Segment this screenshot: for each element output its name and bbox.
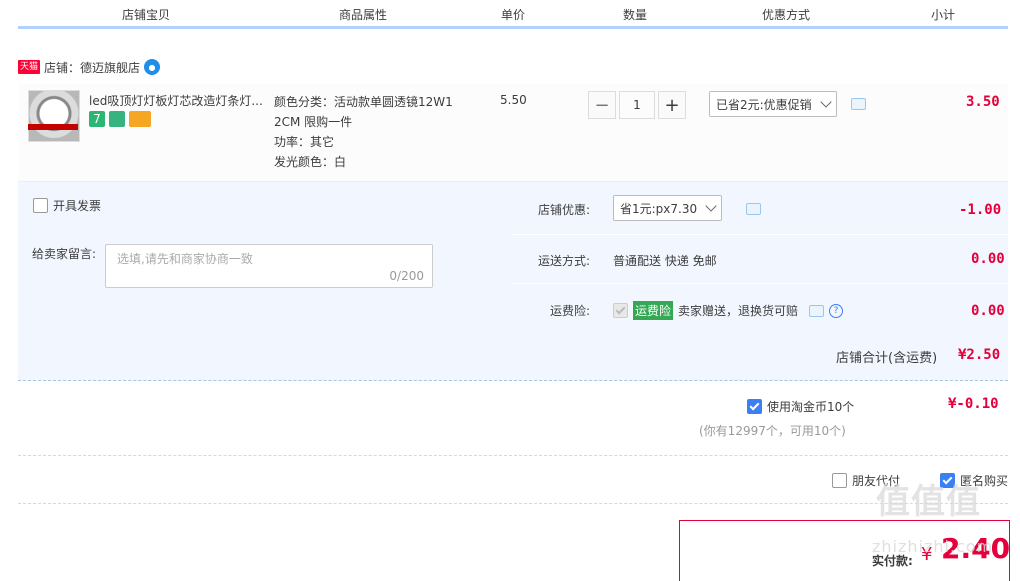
insurance-checkbox — [613, 303, 628, 318]
coins-option[interactable]: 使用淘金币10个 — [747, 398, 854, 415]
divider — [18, 455, 1008, 456]
shop-discount-label: 店铺优惠: — [538, 203, 591, 217]
watermark-logo: 值值值 — [876, 482, 981, 522]
header-col-item: 店铺宝贝 — [121, 8, 170, 22]
insurance-comment-icon[interactable] — [809, 304, 825, 317]
quantity-input[interactable]: 1 — [619, 91, 655, 119]
insurance-option: 运费险 卖家赠送，退换货可赔 ? — [613, 301, 844, 320]
insurance-amount: 0.00 — [971, 303, 1005, 319]
item-subtotal: 3.50 — [966, 94, 1000, 110]
shipping-amount: 0.00 — [971, 251, 1005, 267]
credit-card-icon[interactable] — [129, 111, 151, 127]
friend-pay-checkbox[interactable] — [832, 473, 847, 488]
service-guarantee-icon[interactable] — [109, 111, 125, 127]
promo-comment-icon[interactable] — [851, 98, 866, 110]
tmall-badge: 天猫 — [18, 60, 41, 74]
attr-color-line2: 2CM 限购一件 — [274, 115, 353, 129]
header-col-subtotal: 小计 — [930, 8, 955, 22]
shop-discount-amount: -1.00 — [959, 202, 1002, 218]
shipping-label: 运送方式: — [538, 254, 591, 268]
message-label: 给卖家留言: — [32, 247, 97, 261]
seven-day-return-icon[interactable]: 7 — [89, 111, 105, 127]
message-counter: 0/200 — [389, 269, 424, 283]
product-thumbnail[interactable] — [28, 90, 80, 142]
table-header: 店铺宝贝 商品属性 单价 数量 优惠方式 小计 — [18, 0, 1008, 29]
seller-message-textarea[interactable]: 选填,请先和商家协商一致 0/200 — [105, 244, 433, 288]
shop-total-amount: ¥2.50 — [958, 347, 1001, 363]
message-placeholder: 选填,请先和商家协商一致 — [117, 252, 253, 266]
header-col-promo: 优惠方式 — [761, 8, 810, 22]
help-icon[interactable]: ? — [829, 303, 844, 318]
unit-price: 5.50 — [500, 93, 527, 107]
shop-discount-select[interactable]: 省1元:px7.30 — [613, 195, 723, 221]
product-thumbnail-banner — [28, 124, 78, 130]
chevron-down-icon — [705, 200, 717, 212]
header-divider — [575, 6, 576, 26]
product-attributes: 颜色分类：活动款单圆透镜12W1 2CM 限购一件 功率：其它 发光颜色：白 — [274, 92, 459, 172]
watermark-site: zhizhizhi.com — [872, 537, 994, 556]
shipping-method: 普通配送 快递 免邮 — [613, 254, 717, 268]
chevron-down-icon — [820, 96, 832, 108]
discount-comment-icon[interactable] — [746, 203, 761, 215]
attr-power: 功率：其它 — [274, 135, 335, 149]
header-col-price: 单价 — [500, 8, 525, 22]
wangwang-chat-icon[interactable]: ● — [144, 59, 161, 75]
product-title[interactable]: led吸顶灯灯板灯芯改造灯条灯... — [89, 92, 269, 109]
shop-total-label: 店铺合计(含运费) — [836, 351, 938, 366]
attr-color-line1: 颜色分类：活动款单圆透镜12W1 — [274, 95, 453, 109]
shop-discount-value: 省1元:px7.30 — [620, 201, 698, 216]
shop-row: 天猫 店铺：德迈旗舰店 ● — [18, 57, 161, 77]
invoice-label: 开具发票 — [53, 199, 102, 213]
divider — [18, 503, 1008, 504]
decrease-quantity-button[interactable]: − — [588, 91, 616, 119]
shop-name[interactable]: 店铺：德迈旗舰店 — [44, 59, 140, 76]
coins-checkbox[interactable] — [747, 399, 762, 414]
insurance-label: 运费险: — [550, 304, 591, 318]
header-divider — [906, 6, 907, 26]
header-col-attrs: 商品属性 — [338, 8, 387, 22]
coins-amount: ¥-0.10 — [948, 396, 999, 412]
item-promo-value: 已省2元:优惠促销 — [716, 97, 812, 112]
increase-quantity-button[interactable]: + — [658, 91, 686, 119]
insurance-description: 卖家赠送，退换货可赔 — [678, 304, 799, 318]
insurance-tag: 运费险 — [633, 301, 674, 320]
invoice-option[interactable]: 开具发票 — [33, 197, 101, 214]
header-col-qty: 数量 — [622, 8, 647, 22]
quantity-stepper: − 1 + — [588, 91, 686, 119]
attr-light-color: 发光颜色：白 — [274, 155, 347, 169]
header-divider — [697, 6, 698, 26]
coins-label: 使用淘金币10个 — [767, 400, 855, 414]
item-promo-select[interactable]: 已省2元:优惠促销 — [709, 91, 837, 117]
coins-note: (你有12997个，可用10个) — [699, 424, 846, 438]
header-divider — [273, 6, 274, 26]
invoice-checkbox[interactable] — [33, 198, 48, 213]
header-divider — [455, 6, 456, 26]
